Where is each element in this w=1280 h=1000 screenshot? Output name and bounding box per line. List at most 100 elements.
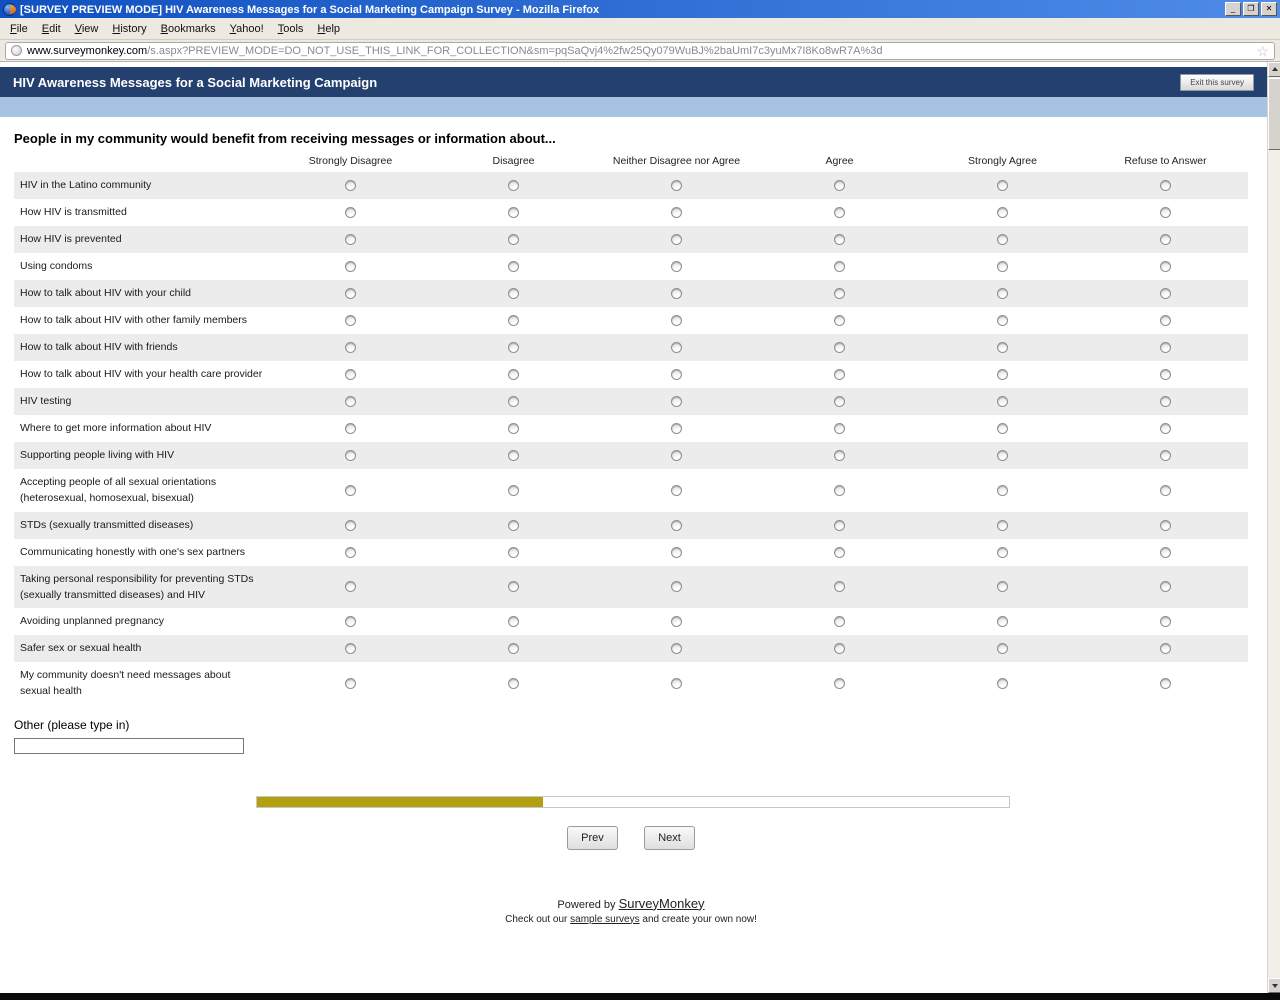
radio-button[interactable] (508, 180, 519, 191)
radio-button[interactable] (671, 288, 682, 299)
radio-button[interactable] (1160, 547, 1171, 558)
radio-button[interactable] (997, 520, 1008, 531)
menu-item-bookmarks[interactable]: Bookmarks (154, 20, 223, 38)
radio-button[interactable] (345, 261, 356, 272)
radio-button[interactable] (997, 315, 1008, 326)
vertical-scrollbar[interactable] (1267, 62, 1280, 993)
radio-button[interactable] (508, 485, 519, 496)
radio-button[interactable] (834, 342, 845, 353)
radio-button[interactable] (508, 678, 519, 689)
radio-button[interactable] (834, 450, 845, 461)
radio-button[interactable] (508, 342, 519, 353)
radio-button[interactable] (1160, 678, 1171, 689)
radio-button[interactable] (671, 234, 682, 245)
radio-button[interactable] (508, 207, 519, 218)
radio-button[interactable] (834, 423, 845, 434)
radio-button[interactable] (671, 616, 682, 627)
radio-button[interactable] (671, 450, 682, 461)
radio-button[interactable] (997, 342, 1008, 353)
radio-button[interactable] (345, 234, 356, 245)
scrollbar-thumb[interactable] (1268, 78, 1280, 150)
radio-button[interactable] (1160, 643, 1171, 654)
radio-button[interactable] (997, 234, 1008, 245)
radio-button[interactable] (1160, 261, 1171, 272)
radio-button[interactable] (834, 180, 845, 191)
url-input[interactable]: www.surveymonkey.com/s.aspx?PREVIEW_MODE… (5, 42, 1275, 60)
scroll-up-icon[interactable] (1268, 62, 1280, 77)
radio-button[interactable] (345, 450, 356, 461)
radio-button[interactable] (671, 369, 682, 380)
radio-button[interactable] (997, 288, 1008, 299)
radio-button[interactable] (345, 369, 356, 380)
radio-button[interactable] (834, 207, 845, 218)
radio-button[interactable] (834, 369, 845, 380)
radio-button[interactable] (345, 180, 356, 191)
radio-button[interactable] (834, 547, 845, 558)
menu-item-view[interactable]: View (68, 20, 106, 38)
radio-button[interactable] (671, 520, 682, 531)
radio-button[interactable] (834, 678, 845, 689)
menu-item-yahoo[interactable]: Yahoo! (223, 20, 271, 38)
radio-button[interactable] (1160, 485, 1171, 496)
radio-button[interactable] (345, 396, 356, 407)
radio-button[interactable] (508, 547, 519, 558)
next-button[interactable]: Next (644, 826, 695, 850)
radio-button[interactable] (508, 423, 519, 434)
menu-item-history[interactable]: History (105, 20, 153, 38)
radio-button[interactable] (671, 261, 682, 272)
radio-button[interactable] (1160, 520, 1171, 531)
sample-surveys-link[interactable]: sample surveys (570, 914, 639, 925)
radio-button[interactable] (508, 369, 519, 380)
close-button[interactable]: ✕ (1261, 2, 1277, 16)
radio-button[interactable] (508, 315, 519, 326)
radio-button[interactable] (508, 520, 519, 531)
radio-button[interactable] (345, 643, 356, 654)
radio-button[interactable] (1160, 450, 1171, 461)
other-input[interactable] (14, 738, 244, 754)
radio-button[interactable] (508, 234, 519, 245)
radio-button[interactable] (508, 261, 519, 272)
radio-button[interactable] (508, 643, 519, 654)
radio-button[interactable] (1160, 234, 1171, 245)
radio-button[interactable] (508, 450, 519, 461)
radio-button[interactable] (345, 485, 356, 496)
radio-button[interactable] (997, 261, 1008, 272)
radio-button[interactable] (671, 315, 682, 326)
radio-button[interactable] (345, 581, 356, 592)
radio-button[interactable] (997, 616, 1008, 627)
radio-button[interactable] (671, 485, 682, 496)
radio-button[interactable] (345, 616, 356, 627)
radio-button[interactable] (1160, 423, 1171, 434)
radio-button[interactable] (671, 396, 682, 407)
radio-button[interactable] (1160, 369, 1171, 380)
radio-button[interactable] (671, 342, 682, 353)
radio-button[interactable] (345, 423, 356, 434)
menu-item-edit[interactable]: Edit (35, 20, 68, 38)
radio-button[interactable] (834, 643, 845, 654)
radio-button[interactable] (345, 288, 356, 299)
radio-button[interactable] (345, 342, 356, 353)
radio-button[interactable] (508, 396, 519, 407)
menu-item-help[interactable]: Help (310, 20, 347, 38)
radio-button[interactable] (834, 315, 845, 326)
radio-button[interactable] (1160, 581, 1171, 592)
radio-button[interactable] (834, 288, 845, 299)
radio-button[interactable] (1160, 180, 1171, 191)
radio-button[interactable] (834, 485, 845, 496)
radio-button[interactable] (671, 678, 682, 689)
radio-button[interactable] (508, 616, 519, 627)
radio-button[interactable] (997, 396, 1008, 407)
radio-button[interactable] (1160, 396, 1171, 407)
radio-button[interactable] (345, 520, 356, 531)
radio-button[interactable] (997, 450, 1008, 461)
radio-button[interactable] (1160, 342, 1171, 353)
radio-button[interactable] (1160, 207, 1171, 218)
radio-button[interactable] (1160, 616, 1171, 627)
radio-button[interactable] (671, 180, 682, 191)
radio-button[interactable] (671, 547, 682, 558)
radio-button[interactable] (834, 396, 845, 407)
radio-button[interactable] (508, 581, 519, 592)
radio-button[interactable] (997, 547, 1008, 558)
radio-button[interactable] (834, 261, 845, 272)
radio-button[interactable] (997, 423, 1008, 434)
